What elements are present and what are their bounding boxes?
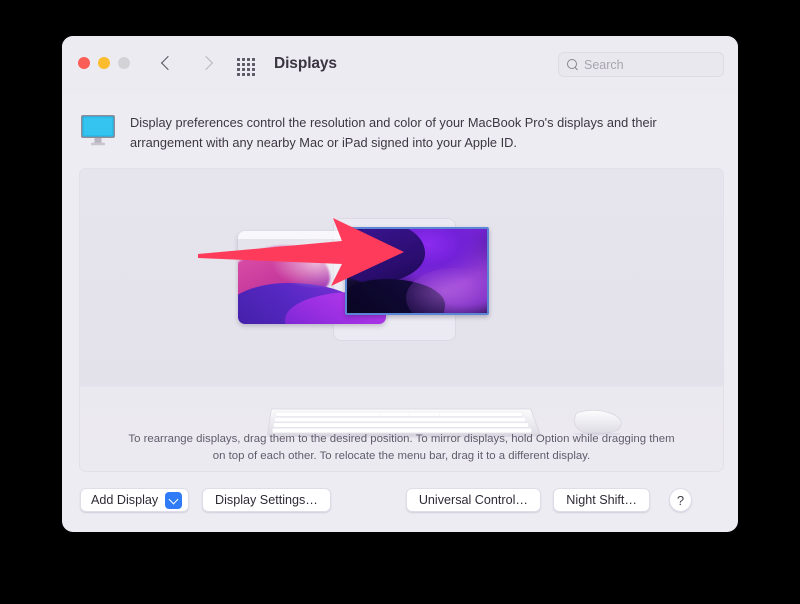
window-titlebar: Displays Search <box>62 36 738 94</box>
search-input[interactable]: Search <box>558 52 724 77</box>
close-button[interactable] <box>78 57 90 69</box>
add-display-label: Add Display <box>91 493 158 507</box>
zoom-button[interactable] <box>118 57 130 69</box>
search-icon <box>567 59 578 70</box>
wallpaper-layer <box>406 268 489 315</box>
show-all-grid-icon[interactable] <box>237 58 255 76</box>
add-display-button[interactable]: Add Display <box>80 488 189 512</box>
universal-control-button[interactable]: Universal Control… <box>406 488 541 512</box>
chevron-down-icon[interactable] <box>165 492 182 509</box>
displays-preferences-window: Displays Search Display preferences cont… <box>62 36 738 532</box>
display-monitor-icon <box>80 112 116 153</box>
display-arrangement-panel[interactable]: To rearrange displays, drag them to the … <box>79 168 724 472</box>
help-button[interactable]: ? <box>669 488 692 512</box>
wallpaper-layer <box>345 227 425 283</box>
back-chevron-icon[interactable] <box>158 53 178 73</box>
page-title: Displays <box>274 55 337 73</box>
minimize-button[interactable] <box>98 57 110 69</box>
arrangement-instructions: To rearrange displays, drag them to the … <box>122 431 682 465</box>
search-placeholder: Search <box>584 58 624 72</box>
bottom-button-bar: Add Display Display Settings… Universal … <box>62 474 738 532</box>
traffic-lights <box>78 57 130 69</box>
night-shift-button[interactable]: Night Shift… <box>553 488 650 512</box>
forward-chevron-icon[interactable] <box>198 53 218 73</box>
description-row: Display preferences control the resoluti… <box>80 112 728 153</box>
display-settings-button[interactable]: Display Settings… <box>202 488 331 512</box>
navigation-arrows <box>158 53 218 73</box>
secondary-display-thumbnail[interactable] <box>345 227 489 315</box>
description-text: Display preferences control the resoluti… <box>130 112 728 153</box>
